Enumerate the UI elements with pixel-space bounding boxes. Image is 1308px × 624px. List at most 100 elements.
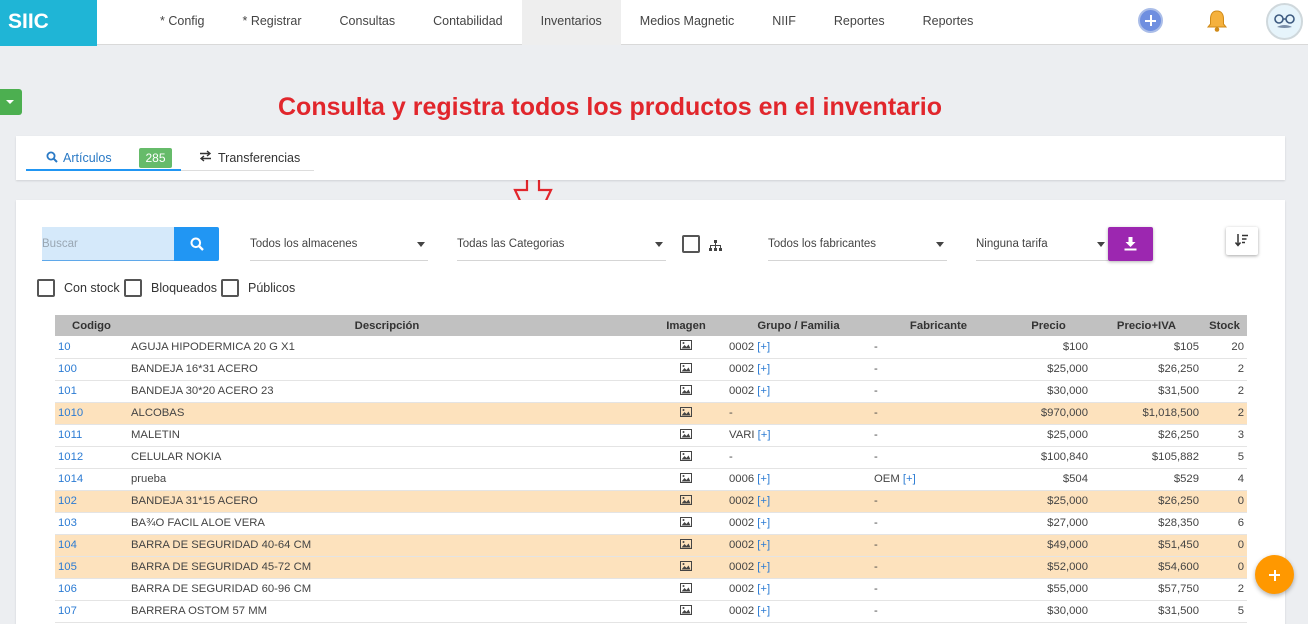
category-select[interactable]: Todas las Categorias [457,227,666,261]
filter-publicos[interactable]: Públicos [221,279,295,297]
column-header[interactable]: Fabricante [871,315,1006,336]
table-row[interactable]: 10 AGUJA HIPODERMICA 20 G X1 0002 [+] - $10… [55,336,1247,359]
add-group-link[interactable]: [+] [757,561,770,573]
plus-circle-icon[interactable] [1138,8,1163,33]
table-row[interactable]: 1010 ALCOBAS - - $970,000 $1,018,500 2 [55,402,1247,425]
add-group-link[interactable]: [+] [757,363,770,375]
manufacturer-select[interactable]: Todos los fabricantes [768,227,947,261]
nav-item-3[interactable]: Contabilidad [414,0,522,45]
product-code-link[interactable]: 105 [55,556,128,579]
nav-item-2[interactable]: Consultas [321,0,415,45]
column-header[interactable]: Imagen [646,315,726,336]
nav-item-0[interactable]: * Config [141,0,223,45]
product-code-link[interactable]: 101 [55,380,128,403]
add-group-link[interactable]: [+] [757,341,770,353]
table-row[interactable]: 1011 MALETIN VARI [+] - $25,000 $26,250 3 [55,424,1247,447]
con-stock-checkbox[interactable] [37,279,55,297]
image-icon[interactable] [646,556,726,579]
column-header[interactable]: Descripción [128,315,646,336]
product-code-link[interactable]: 1010 [55,402,128,425]
image-icon[interactable] [646,358,726,381]
column-header[interactable]: Codigo [55,315,128,336]
image-icon[interactable] [646,402,726,425]
product-code-link[interactable]: 1014 [55,468,128,491]
filter-con-stock[interactable]: Con stock [37,279,120,297]
image-icon[interactable] [646,600,726,623]
rate-select[interactable]: Ninguna tarifa [976,227,1108,261]
product-code-link[interactable]: 10 [55,336,128,359]
bell-icon[interactable] [1206,9,1228,38]
app-logo[interactable]: SIIC [0,0,97,46]
nav-item-1[interactable]: * Registrar [223,0,320,45]
product-code-link[interactable]: 102 [55,490,128,513]
column-header[interactable]: Precio [1006,315,1091,336]
tab-transferencias-label: Transferencias [218,151,301,165]
product-stock: 2 [1202,402,1247,425]
tabs-card: Artículos 285 Transferencias [16,136,1285,180]
nav-item-7[interactable]: Reportes [815,0,904,45]
table-row[interactable]: 106 BARRA DE SEGURIDAD 60-96 CM 0002 [+] - … [55,578,1247,601]
image-icon[interactable] [646,512,726,535]
product-code-link[interactable]: 104 [55,534,128,557]
add-group-link[interactable]: [+] [757,605,770,617]
column-header[interactable]: Stock [1202,315,1247,336]
tab-transferencias[interactable]: Transferencias [181,136,314,171]
image-icon[interactable] [646,446,726,469]
search-button[interactable] [174,227,219,261]
product-stock: 20 [1202,336,1247,359]
image-icon[interactable] [646,534,726,557]
sort-button[interactable] [1226,227,1258,255]
product-code-link[interactable]: 1011 [55,424,128,447]
image-icon[interactable] [646,490,726,513]
nav-item-5[interactable]: Medios Magnetic [621,0,754,45]
table-row[interactable]: 104 BARRA DE SEGURIDAD 40-64 CM 0002 [+] - … [55,534,1247,557]
table-row[interactable]: 102 BANDEJA 31*15 ACERO 0002 [+] - $25,000 $… [55,490,1247,513]
table-row[interactable]: 100 BANDEJA 16*31 ACERO 0002 [+] - $25,000 $… [55,358,1247,381]
avatar[interactable] [1266,3,1303,40]
filter-bloqueados[interactable]: Bloqueados [124,279,217,297]
add-product-button[interactable] [1255,555,1294,594]
product-code-link[interactable]: 107 [55,600,128,623]
image-icon[interactable] [646,468,726,491]
add-group-link[interactable]: [+] [757,583,770,595]
table-row[interactable]: 101 BANDEJA 30*20 ACERO 23 0002 [+] - $30,0… [55,380,1247,403]
image-icon[interactable] [646,336,726,359]
image-icon[interactable] [646,424,726,447]
column-header[interactable]: Precio+IVA [1091,315,1202,336]
nav-item-4[interactable]: Inventarios [521,0,621,45]
product-code-link[interactable]: 106 [55,578,128,601]
table-row[interactable]: 1012 CELULAR NOKIA - - $100,840 $105,882 5 [55,446,1247,469]
nav-item-8[interactable]: Reportes [904,0,993,45]
table-row[interactable]: 103 BA¾O FACIL ALOE VERA 0002 [+] - $27,000… [55,512,1247,535]
add-group-link[interactable]: [+] [757,495,770,507]
table-row[interactable]: 105 BARRA DE SEGURIDAD 45-72 CM 0002 [+] - … [55,556,1247,579]
search-input[interactable] [42,227,174,261]
product-code-link[interactable]: 100 [55,358,128,381]
add-group-link[interactable]: [+] [757,539,770,551]
add-group-link[interactable]: [+] [757,517,770,529]
product-code-link[interactable]: 103 [55,512,128,535]
image-icon[interactable] [646,380,726,403]
add-maker-link[interactable]: [+] [903,473,916,485]
add-group-link[interactable]: [+] [758,429,771,441]
image-icon[interactable] [646,578,726,601]
table-row[interactable]: 107 BARRERA OSTOM 57 MM 0002 [+] - $30,000 $… [55,600,1247,623]
product-group: 0002 [+] [726,358,871,381]
product-stock: 2 [1202,578,1247,601]
sort-icon [1235,234,1248,247]
product-group: - [726,446,871,469]
add-group-link[interactable]: [+] [757,385,770,397]
table-row[interactable]: 1014 prueba 0006 [+] OEM [+] $504 $529 4 [55,468,1247,491]
publicos-checkbox[interactable] [221,279,239,297]
tab-articulos[interactable]: Artículos 285 [26,136,181,171]
product-code-link[interactable]: 1012 [55,446,128,469]
bloqueados-checkbox[interactable] [124,279,142,297]
annotation-headline: Consulta y registra todos los productos … [278,93,943,121]
column-header[interactable]: Grupo / Familia [726,315,871,336]
sidebar-toggle-button[interactable] [0,89,22,115]
hierarchy-checkbox[interactable] [682,235,700,253]
warehouse-select[interactable]: Todos los almacenes [250,227,428,261]
download-button[interactable] [1108,227,1153,261]
add-group-link[interactable]: [+] [757,473,770,485]
nav-item-6[interactable]: NIIF [753,0,815,45]
